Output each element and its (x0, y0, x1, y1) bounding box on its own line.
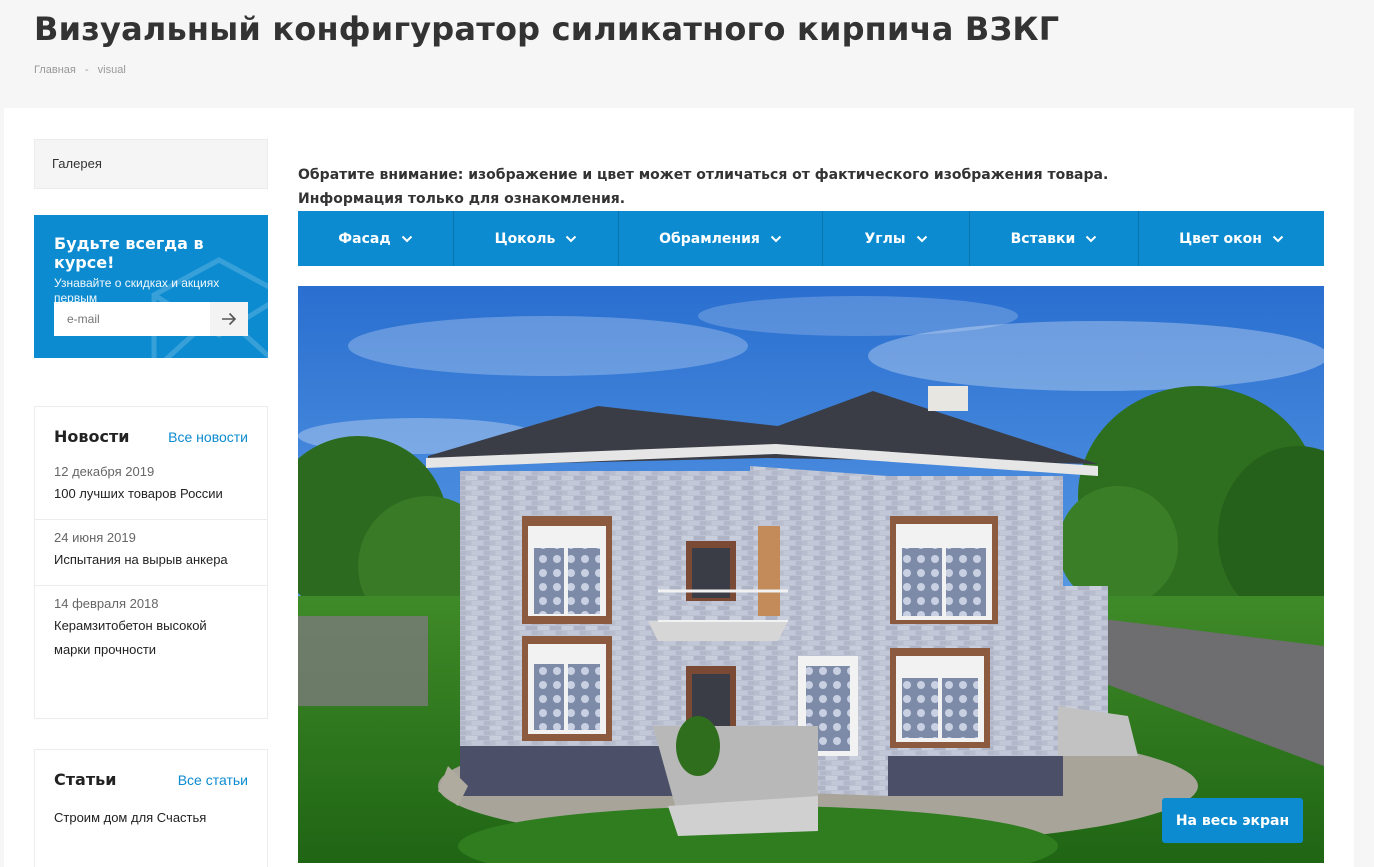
news-item-title[interactable]: Керамзитобетон высокой марки прочности (54, 614, 234, 662)
menu-label: Обрамления (659, 230, 760, 247)
page-title: Визуальный конфигуратор силикатного кирп… (34, 10, 1060, 48)
notice-line1: Обратите внимание: изображение и цвет мо… (298, 167, 1109, 183)
article-item[interactable]: Строим дом для Счастья (35, 797, 267, 843)
subscribe-box: Будьте всегда в курсе! Узнавайте о скидк… (34, 215, 268, 358)
menu-window-color[interactable]: Цвет окон (1139, 211, 1324, 266)
configurator-menu: Фасад Цоколь Обрамления Углы Вставки Цве… (298, 211, 1324, 266)
all-articles-link[interactable]: Все статьи (178, 772, 248, 788)
news-item-title[interactable]: 100 лучших товаров России (54, 482, 248, 506)
notice-line2: Информация только для ознакомления. (298, 191, 626, 207)
menu-facade[interactable]: Фасад (298, 211, 454, 266)
news-item-title[interactable]: Испытания на вырыв анкера (54, 548, 248, 572)
all-news-link[interactable]: Все новости (168, 429, 248, 445)
subscribe-form (54, 302, 248, 336)
subscribe-submit-button[interactable] (210, 302, 248, 336)
news-date: 24 июня 2019 (54, 530, 136, 545)
articles-box: Статьи Все статьи Строим дом для Счастья (34, 749, 268, 867)
breadcrumb-current: visual (97, 64, 126, 76)
notice: Обратите внимание: изображение и цвет мо… (298, 163, 1108, 211)
news-item[interactable]: 24 июня 2019 Испытания на вырыв анкера (35, 520, 267, 586)
chevron-down-icon (916, 235, 927, 242)
news-item[interactable]: 12 декабря 2019 100 лучших товаров Росси… (35, 454, 267, 520)
menu-label: Цоколь (494, 230, 556, 247)
menu-label: Углы (864, 230, 906, 247)
breadcrumb-separator: - (84, 64, 89, 76)
article-item-title[interactable]: Строим дом для Счастья (54, 806, 248, 830)
news-header: Новости Все новости (35, 407, 267, 454)
chevron-down-icon (566, 235, 577, 242)
breadcrumb-home-link[interactable]: Главная (34, 64, 76, 76)
breadcrumb: Главная - visual (34, 64, 132, 76)
menu-label: Вставки (1010, 230, 1076, 247)
page-header: Визуальный конфигуратор силикатного кирп… (0, 0, 1374, 108)
menu-plinth[interactable]: Цоколь (454, 211, 619, 266)
chevron-down-icon (401, 235, 412, 242)
news-date: 12 декабря 2019 (54, 464, 155, 479)
news-title: Новости (54, 427, 130, 446)
menu-framing[interactable]: Обрамления (619, 211, 823, 266)
menu-corners[interactable]: Углы (823, 211, 970, 266)
articles-header: Статьи Все статьи (35, 750, 267, 797)
menu-inserts[interactable]: Вставки (970, 211, 1139, 266)
articles-title: Статьи (54, 770, 117, 789)
news-box: Новости Все новости 12 декабря 2019 100 … (34, 406, 268, 719)
chevron-down-icon (770, 235, 782, 242)
news-date: 14 февраля 2018 (54, 596, 159, 611)
chevron-down-icon (1086, 235, 1097, 242)
fullscreen-button[interactable]: На весь экран (1162, 798, 1303, 843)
chevron-down-icon (1272, 235, 1284, 242)
house-render-image (298, 286, 1324, 863)
menu-label: Цвет окон (1179, 230, 1262, 247)
content-area: Галерея Будьте всегда в курсе! Узнавайте… (4, 108, 1354, 867)
news-item[interactable]: 14 февраля 2018 Керамзитобетон высокой м… (35, 586, 267, 675)
sidebar-item-gallery[interactable]: Галерея (34, 139, 268, 189)
arrow-right-icon (222, 312, 237, 326)
house-preview[interactable]: На весь экран (298, 286, 1324, 863)
menu-label: Фасад (338, 230, 391, 247)
email-field[interactable] (54, 302, 210, 336)
